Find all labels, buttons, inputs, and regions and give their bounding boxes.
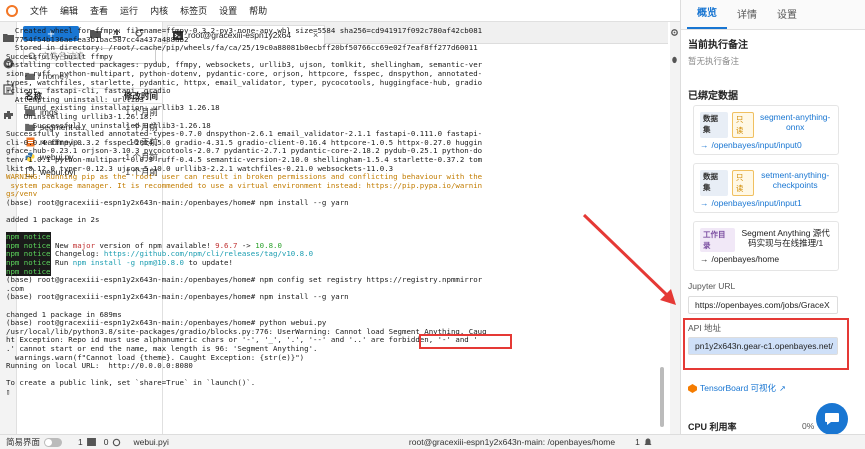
- status-bar: 简易界面 1 0 webui.pyi root@gracexiii-espn1y…: [0, 434, 865, 449]
- dataset-card[interactable]: 数据集 只读 segment-anything-onnx → /openbaye…: [693, 105, 839, 155]
- cpu-label: CPU 利用率: [688, 422, 737, 432]
- arrow-right-icon: →: [700, 140, 709, 150]
- arrow-right-icon: →: [700, 198, 709, 208]
- panel-tabs: 概览 详情 设置: [681, 0, 865, 30]
- simple-mode-toggle[interactable]: [44, 437, 63, 447]
- dataset-card[interactable]: 数据集 只读 setment-anything-checkpoints → /o…: [693, 163, 839, 213]
- workdir-name[interactable]: Segment Anything 源代码实现与在线推理/1: [739, 228, 832, 252]
- mount-path-text: /openbayes/input/input1: [711, 198, 802, 208]
- arrow-right-icon: →: [700, 254, 709, 264]
- dataset-badge: 数据集: [700, 170, 728, 196]
- bell-icon[interactable]: [644, 438, 652, 447]
- workdir-badge: 工作目录: [700, 228, 736, 252]
- readonly-badge: 只读: [731, 112, 755, 138]
- terminal-status-icon: [86, 438, 96, 446]
- dataset-badge: 数据集: [700, 112, 728, 138]
- workdir-card[interactable]: 工作目录 Segment Anything 源代码实现与在线推理/1 → /op…: [693, 221, 839, 271]
- tab-settings[interactable]: 设置: [767, 6, 807, 29]
- simple-mode-label: 简易界面: [6, 437, 41, 447]
- readonly-badge: 只读: [731, 170, 755, 196]
- tensorboard-label[interactable]: TensorBoard 可视化: [700, 382, 776, 394]
- mount-path: → /openbayes/input/input1: [700, 198, 832, 208]
- active-file-label: webui.pyi: [133, 437, 169, 447]
- highlight-box-api: [683, 318, 849, 370]
- chat-icon: [825, 413, 839, 425]
- mount-path: → /openbayes/home: [700, 254, 832, 264]
- tab-details[interactable]: 详情: [727, 6, 767, 29]
- page-count: 1: [635, 437, 640, 447]
- external-link-icon: ↗: [779, 383, 786, 393]
- current-note-title: 当前执行备注: [688, 40, 748, 51]
- bound-data-title: 已绑定数据: [688, 91, 738, 102]
- terminal-count: 1: [78, 437, 83, 447]
- dataset-name-link[interactable]: setment-anything-checkpoints: [758, 170, 832, 196]
- tensorboard-icon: [688, 383, 697, 393]
- jupyter-url-field[interactable]: https://openbayes.com/jobs/GraceX: [688, 296, 838, 314]
- tab-overview[interactable]: 概览: [687, 4, 727, 29]
- jupyter-url-label: Jupyter URL: [688, 281, 736, 291]
- mount-path-text: /openbayes/input/input0: [711, 140, 802, 150]
- tensorboard-link[interactable]: TensorBoard 可视化 ↗: [688, 382, 786, 394]
- mount-path-text: /openbayes/home: [711, 254, 780, 264]
- dataset-name-link[interactable]: segment-anything-onnx: [758, 112, 832, 138]
- terminal-path-label: root@gracexiii-espn1y2x643n-main: /openb…: [408, 437, 616, 447]
- current-note-value: 暂无执行备注: [688, 56, 740, 66]
- kernel-count: 0: [103, 437, 109, 447]
- chat-button[interactable]: [816, 403, 848, 435]
- cpu-value: 0%: [802, 421, 815, 431]
- kernel-status-icon: [112, 438, 121, 447]
- mount-path: → /openbayes/input/input0: [700, 140, 832, 150]
